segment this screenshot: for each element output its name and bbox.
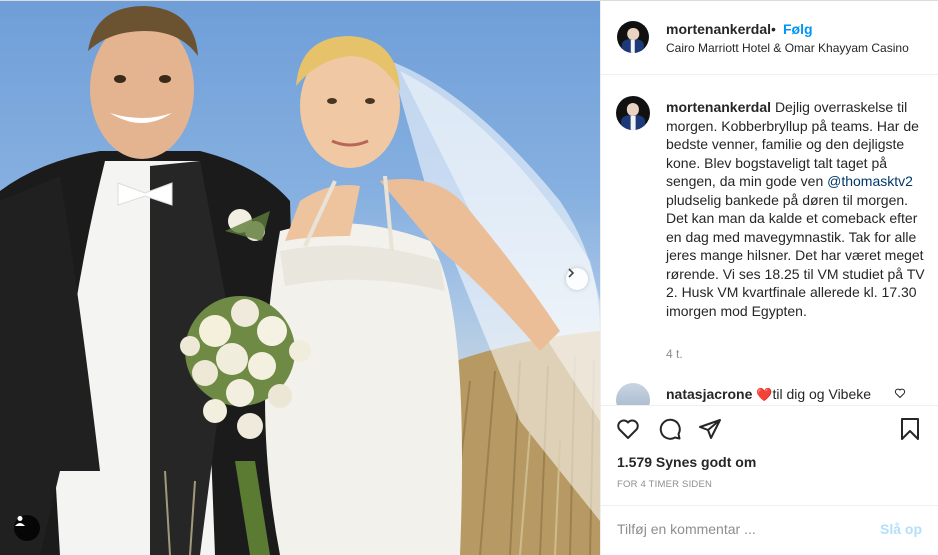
- comments-section: mortenankerdal Dejlig overraskelse til m…: [601, 75, 938, 405]
- follow-button[interactable]: Følg: [783, 21, 813, 37]
- post-header: mortenankerdal • Følg Cairo Marriott Hot…: [601, 1, 938, 75]
- commenter-username[interactable]: natasjacrone: [666, 386, 752, 402]
- comment-input[interactable]: [617, 521, 857, 537]
- comment-body: til dig og Vibeke: [772, 386, 872, 402]
- comment-like-icon[interactable]: [894, 387, 906, 402]
- post-actions: 1.579 Synes godt om FOR 4 TIMER SIDEN: [601, 405, 938, 505]
- caption-username[interactable]: mortenankerdal: [666, 99, 771, 115]
- wedding-photo-illustration: [0, 6, 600, 555]
- post-side-panel: mortenankerdal • Følg Cairo Marriott Hot…: [600, 1, 938, 555]
- save-button[interactable]: [897, 417, 923, 446]
- user-tag-button[interactable]: [14, 515, 40, 541]
- commenter-avatar[interactable]: [616, 383, 650, 405]
- like-button[interactable]: [615, 418, 641, 444]
- caption-text-part2: pludselig bankede på døren til morgen. D…: [666, 191, 925, 319]
- separator-dot: •: [771, 21, 776, 37]
- mention-link[interactable]: @thomasktv2: [827, 173, 913, 189]
- comment-item: natasjacrone ❤️til dig og Vibeke: [616, 383, 926, 405]
- comment-button[interactable]: [657, 418, 683, 444]
- post-timestamp[interactable]: FOR 4 TIMER SIDEN: [617, 479, 712, 490]
- caption-avatar[interactable]: [616, 96, 650, 130]
- heart-icon: [616, 417, 640, 446]
- add-comment-bar: Slå op: [601, 505, 938, 555]
- post-caption: mortenankerdal Dejlig overraskelse til m…: [666, 98, 928, 320]
- next-photo-button[interactable]: [566, 268, 588, 290]
- post-photo[interactable]: [0, 1, 600, 555]
- caption-time[interactable]: 4 t.: [666, 347, 683, 361]
- author-username[interactable]: mortenankerdal: [666, 21, 771, 37]
- heart-emoji-icon: ❤️: [756, 387, 773, 402]
- comment-icon: [658, 417, 682, 446]
- comment-text: natasjacrone ❤️til dig og Vibeke: [666, 386, 871, 403]
- likes-count[interactable]: 1.579 Synes godt om: [617, 454, 756, 470]
- instagram-post-modal: mortenankerdal • Følg Cairo Marriott Hot…: [0, 0, 938, 555]
- post-comment-button[interactable]: Slå op: [880, 521, 922, 537]
- location-link[interactable]: Cairo Marriott Hotel & Omar Khayyam Casi…: [666, 41, 909, 55]
- paper-plane-icon: [698, 417, 722, 446]
- share-button[interactable]: [697, 418, 723, 444]
- author-avatar[interactable]: [617, 21, 649, 53]
- bookmark-icon: [898, 417, 922, 446]
